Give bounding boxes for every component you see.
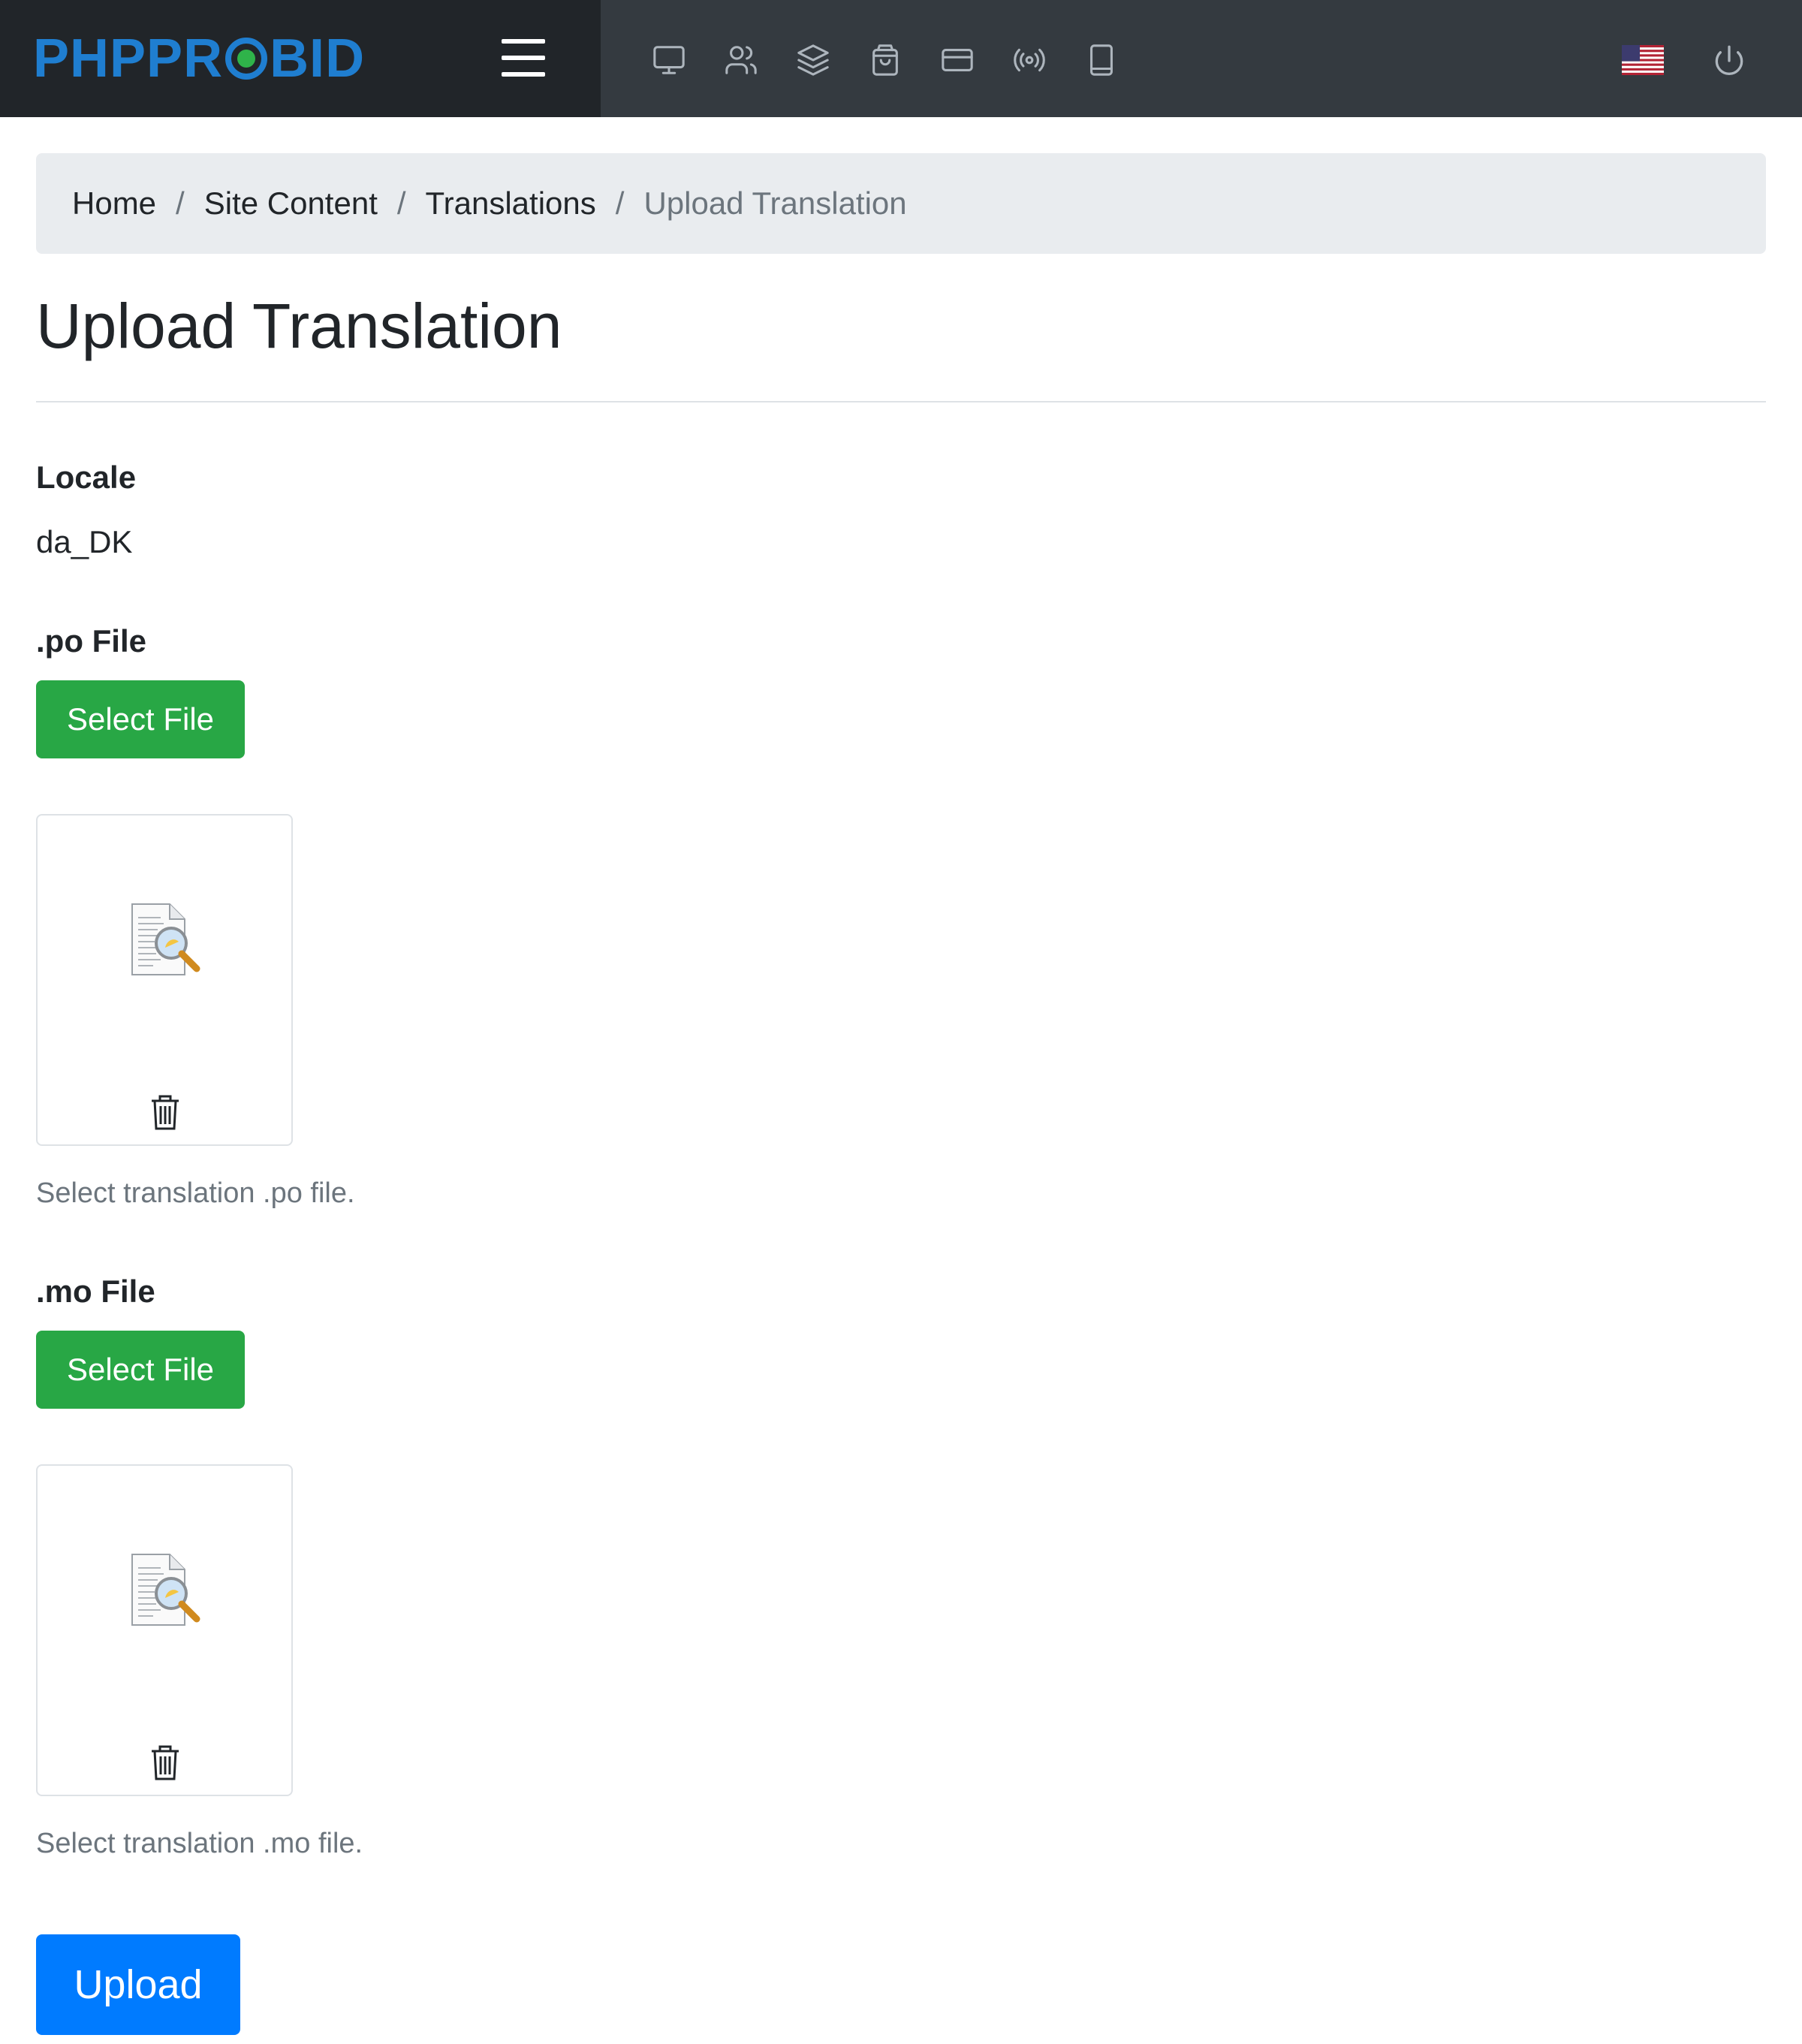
top-navbar: PHPPR BID [0, 0, 1802, 117]
po-select-file-button[interactable]: Select File [36, 680, 245, 758]
brand-area: PHPPR BID [0, 0, 601, 117]
shopping-bag-icon[interactable] [868, 38, 903, 83]
layers-icon[interactable] [796, 38, 830, 83]
mo-file-hint: Select translation .mo file. [36, 1828, 363, 1859]
page-title: Upload Translation [36, 291, 562, 361]
trash-icon[interactable] [149, 1744, 182, 1781]
breadcrumb: Home / Site Content / Translations / Upl… [36, 153, 1766, 254]
logo-text-right: BID [270, 29, 366, 89]
upload-button[interactable]: Upload [36, 1934, 240, 2035]
users-icon[interactable] [724, 38, 758, 83]
logo-ring-icon [225, 38, 268, 80]
breadcrumb-separator: / [615, 185, 625, 221]
locale-value: da_DK [36, 524, 133, 559]
divider [36, 401, 1766, 402]
broadcast-icon[interactable] [1012, 38, 1047, 83]
monitor-icon[interactable] [652, 38, 686, 83]
credit-card-icon[interactable] [940, 38, 975, 83]
breadcrumb-translations[interactable]: Translations [426, 185, 596, 222]
us-flag-icon[interactable] [1622, 45, 1664, 75]
po-file-preview [36, 814, 293, 1146]
breadcrumb-separator: / [396, 185, 406, 221]
po-file-hint: Select translation .po file. [36, 1177, 355, 1209]
hamburger-menu-icon[interactable] [499, 38, 548, 80]
mo-file-preview [36, 1464, 293, 1796]
breadcrumb-site-content[interactable]: Site Content [204, 185, 378, 222]
nav-icons [652, 38, 1119, 83]
locale-label: Locale [36, 460, 137, 495]
logo[interactable]: PHPPR BID [33, 29, 365, 89]
po-file-label: .po File [36, 623, 146, 659]
trash-icon[interactable] [149, 1093, 182, 1131]
breadcrumb-current: Upload Translation [643, 185, 907, 221]
mo-file-label: .mo File [36, 1274, 155, 1309]
logo-text-left: PHPPR [33, 29, 224, 89]
book-icon[interactable] [1084, 38, 1119, 83]
document-search-icon [131, 1554, 200, 1626]
document-search-icon [131, 903, 200, 975]
mo-select-file-button[interactable]: Select File [36, 1331, 245, 1409]
breadcrumb-home[interactable]: Home [72, 185, 156, 222]
power-icon[interactable] [1710, 42, 1748, 80]
breadcrumb-separator: / [176, 185, 185, 221]
